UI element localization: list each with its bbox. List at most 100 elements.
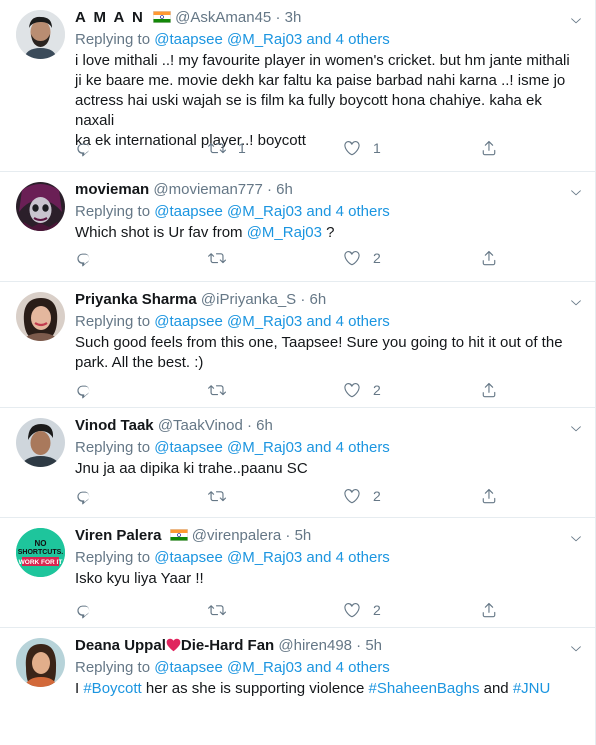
woman-avatar[interactable] [16, 292, 65, 341]
reply-button[interactable] [75, 600, 93, 620]
share-button[interactable] [480, 138, 498, 158]
replying-to-line: Replying to @taapsee @M_Raj03 and 4 othe… [75, 548, 581, 568]
india-flag-icon [170, 529, 188, 541]
tweet-text-line: i love mithali ..! my favourite player i… [75, 52, 570, 69]
replying-to-line: Replying to @taapsee @M_Raj03 and 4 othe… [75, 202, 581, 222]
share-button[interactable] [480, 486, 498, 506]
retweet-icon [208, 249, 226, 267]
reply-button[interactable] [75, 138, 93, 158]
like-button[interactable]: 2 [343, 248, 381, 268]
hashtag-link[interactable]: #JNU [513, 680, 551, 697]
replying-to-link[interactable]: @taapsee @M_Raj03 and 4 others [154, 313, 390, 330]
like-button[interactable]: 2 [343, 486, 381, 506]
user-handle[interactable]: @iPriyanka_S [201, 291, 296, 308]
no-shortcuts-logo-avatar[interactable]: NO SHORTCUTS. WORK FOR IT [16, 528, 65, 577]
chevron-down-icon[interactable] [569, 532, 583, 546]
share-icon [480, 249, 498, 267]
display-name[interactable]: A M A N [75, 9, 145, 26]
tweet[interactable]: A M A N @AskAman45 · 3h Replying to @taa… [0, 0, 595, 172]
separator-dot: · [267, 181, 272, 198]
india-flag-icon [153, 11, 171, 23]
reply-button[interactable] [75, 380, 93, 400]
bearded-man-avatar[interactable] [16, 10, 65, 59]
mention-link[interactable]: @M_Raj03 [247, 224, 322, 241]
chevron-down-icon[interactable] [569, 14, 583, 28]
replying-to-link[interactable]: @taapsee @M_Raj03 and 4 others [154, 31, 390, 48]
man-avatar[interactable] [16, 418, 65, 467]
timestamp[interactable]: 6h [310, 291, 327, 308]
display-name[interactable]: Priyanka Sharma [75, 291, 197, 308]
hashtag-link[interactable]: #ShaheenBaghs [369, 680, 480, 697]
woman-avatar[interactable] [16, 638, 65, 687]
display-name[interactable]: Vinod Taak [75, 417, 154, 434]
retweet-button[interactable] [208, 248, 226, 268]
tweet-content: Priyanka Sharma @iPriyanka_S · 6h Replyi… [75, 290, 581, 373]
like-button[interactable]: 1 [343, 138, 381, 158]
tweet-header: A M A N @AskAman45 · 3h [75, 8, 581, 28]
display-name[interactable]: Deana Uppal [75, 637, 166, 654]
user-handle[interactable]: @virenpalera [192, 527, 281, 544]
masked-face-avatar[interactable] [16, 182, 65, 231]
retweet-button[interactable] [208, 380, 226, 400]
tweet-actions: 2 [75, 600, 505, 620]
user-handle[interactable]: @TaakVinod [158, 417, 243, 434]
user-handle[interactable]: @AskAman45 [175, 9, 271, 26]
reply-icon [75, 487, 93, 505]
user-handle[interactable]: @movieman777 [153, 181, 262, 198]
display-name-suffix[interactable]: Die-Hard Fan [181, 637, 274, 654]
share-icon [480, 601, 498, 619]
avatar-logo-text: NO [35, 539, 47, 548]
replying-to-link[interactable]: @taapsee @M_Raj03 and 4 others [154, 203, 390, 220]
retweet-button[interactable]: 1 [208, 138, 246, 158]
chevron-down-icon[interactable] [569, 642, 583, 656]
avatar-logo-text: SHORTCUTS. [18, 549, 64, 556]
replying-to-link[interactable]: @taapsee @M_Raj03 and 4 others [154, 659, 390, 676]
tweet-content: Deana Uppal Die-Hard Fan @hiren498 · 5h R… [75, 636, 581, 699]
timestamp[interactable]: 5h [365, 637, 382, 654]
separator-dot: · [356, 637, 362, 654]
display-name[interactable]: movieman [75, 181, 149, 198]
separator-dot: · [247, 417, 252, 434]
replying-to-label: Replying to [75, 549, 151, 566]
timestamp[interactable]: 6h [276, 181, 293, 198]
reply-button[interactable] [75, 248, 93, 268]
tweet[interactable]: NO SHORTCUTS. WORK FOR IT Viren Palera @… [0, 518, 595, 628]
hashtag-link[interactable]: #Boycott [83, 680, 141, 697]
replying-to-link[interactable]: @taapsee @M_Raj03 and 4 others [154, 439, 390, 456]
share-button[interactable] [480, 248, 498, 268]
chevron-down-icon[interactable] [569, 422, 583, 436]
tweet-header: Vinod Taak @TaakVinod · 6h [75, 416, 581, 436]
user-handle[interactable]: @hiren498 [278, 637, 352, 654]
reply-icon [75, 601, 93, 619]
replying-to-link[interactable]: @taapsee @M_Raj03 and 4 others [154, 549, 390, 566]
like-button[interactable]: 2 [343, 380, 381, 400]
reply-icon [75, 139, 93, 157]
heart-icon [343, 601, 361, 619]
share-icon [480, 487, 498, 505]
chevron-down-icon[interactable] [569, 186, 583, 200]
timestamp[interactable]: 5h [295, 527, 312, 544]
reply-button[interactable] [75, 486, 93, 506]
tweet[interactable]: movieman @movieman777 · 6h Replying to @… [0, 172, 595, 282]
like-button[interactable]: 2 [343, 600, 381, 620]
tweet-content: A M A N @AskAman45 · 3h Replying to @taa… [75, 8, 581, 151]
like-count: 1 [373, 140, 381, 156]
tweet-header: Priyanka Sharma @iPriyanka_S · 6h [75, 290, 581, 310]
retweet-button[interactable] [208, 600, 226, 620]
timestamp[interactable]: 6h [256, 417, 273, 434]
like-count: 2 [373, 250, 381, 266]
tweet[interactable]: Deana Uppal Die-Hard Fan @hiren498 · 5h R… [0, 628, 595, 745]
share-button[interactable] [480, 380, 498, 400]
tweet-text: Which shot is Ur fav from @M_Raj03 ? [75, 223, 581, 243]
replying-to-label: Replying to [75, 439, 151, 456]
share-button[interactable] [480, 600, 498, 620]
display-name[interactable]: Viren Palera [75, 527, 161, 544]
chevron-down-icon[interactable] [569, 296, 583, 310]
retweet-button[interactable] [208, 486, 226, 506]
separator-dot: · [275, 9, 281, 26]
tweet[interactable]: Priyanka Sharma @iPriyanka_S · 6h Replyi… [0, 282, 595, 408]
tweet[interactable]: Vinod Taak @TaakVinod · 6h Replying to @… [0, 408, 595, 518]
tweet-text-segment: her as she is supporting violence [141, 680, 369, 697]
retweet-icon [208, 601, 226, 619]
timestamp[interactable]: 3h [285, 9, 302, 26]
